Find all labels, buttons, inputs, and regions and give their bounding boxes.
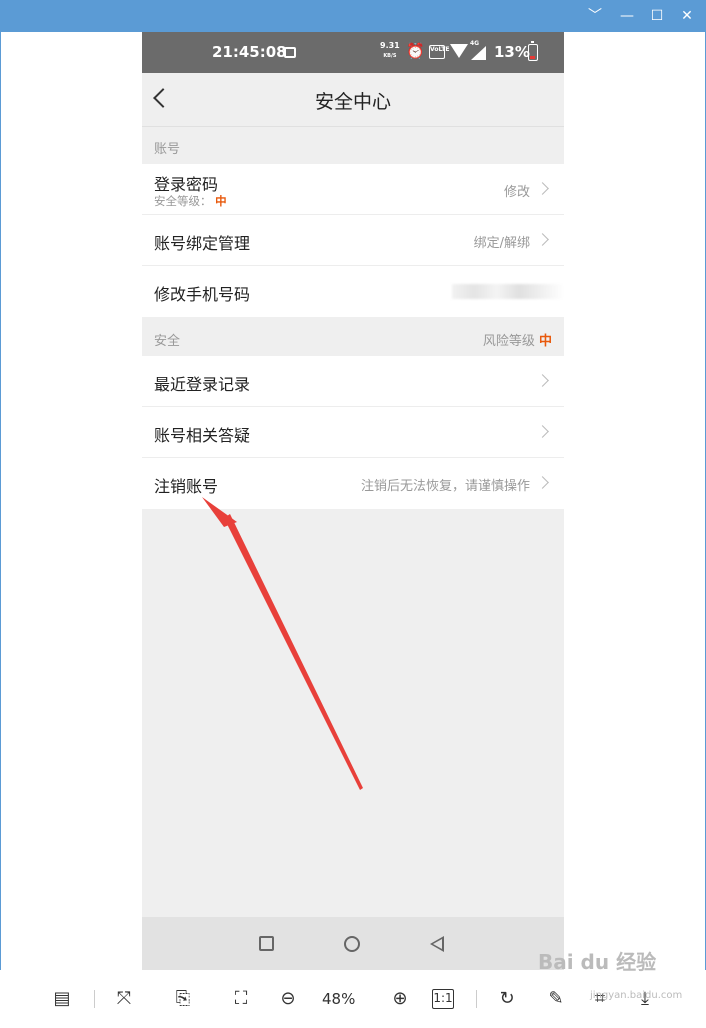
fullscreen-icon[interactable]: ⛶ bbox=[228, 986, 254, 1012]
row-title: 注销账号 bbox=[154, 477, 219, 496]
row-value: 绑定/解绑 bbox=[473, 236, 530, 251]
zoom-in-icon[interactable]: ⊕ bbox=[387, 986, 413, 1012]
rotate-icon[interactable]: ↻ bbox=[494, 986, 520, 1012]
minimize-icon[interactable]: — bbox=[617, 6, 637, 26]
viewer-titlebar: ﹀ — ☐ ✕ bbox=[0, 0, 706, 32]
page-title: 安全中心 bbox=[314, 91, 391, 113]
section-label: 安全 bbox=[154, 334, 181, 349]
security-level-value: 中 bbox=[215, 194, 227, 208]
phone-screenshot: 21:45:08 9.31 KB/S ⏰ VoLTE 4G 13% 安全中心 账… bbox=[142, 32, 564, 970]
maximize-icon[interactable]: ☐ bbox=[647, 6, 667, 26]
risk-level-value: 中 bbox=[538, 334, 552, 349]
blurred-phone-number bbox=[452, 284, 564, 299]
row-change-phone[interactable]: 修改手机号码 bbox=[142, 266, 564, 317]
edit-icon[interactable]: ✎ bbox=[543, 986, 569, 1012]
row-account-binding[interactable]: 账号绑定管理 绑定/解绑 bbox=[142, 215, 564, 266]
recent-apps-icon[interactable] bbox=[259, 936, 274, 951]
section-header-account: 账号 bbox=[142, 128, 564, 164]
wifi-icon bbox=[450, 44, 468, 58]
status-time: 21:45:08 bbox=[212, 43, 287, 61]
actual-size-button[interactable]: 1:1 bbox=[432, 989, 454, 1009]
chevron-right-icon bbox=[536, 374, 549, 387]
signal-icon bbox=[471, 46, 486, 60]
section-label: 账号 bbox=[154, 142, 181, 157]
battery-icon bbox=[528, 41, 538, 61]
row-title: 最近登录记录 bbox=[154, 375, 251, 394]
row-value: 注销后无法恢复，请谨慎操作 bbox=[360, 479, 530, 494]
security-group: 最近登录记录 账号相关答疑 注销账号 注销后无法恢复，请谨慎操作 bbox=[142, 356, 564, 509]
account-group: 登录密码 安全等级： 中 修改 账号绑定管理 绑定/解绑 修改手机号码 bbox=[142, 164, 564, 317]
ocr-icon[interactable]: ⎘ bbox=[170, 986, 196, 1012]
chevron-right-icon bbox=[536, 476, 549, 489]
close-icon[interactable]: ✕ bbox=[677, 6, 697, 26]
status-bar: 21:45:08 9.31 KB/S ⏰ VoLTE 4G 13% bbox=[142, 32, 564, 73]
fit-window-icon[interactable]: ⤧ bbox=[111, 986, 137, 1012]
layout-icon[interactable]: ▤ bbox=[49, 986, 75, 1012]
row-account-faq[interactable]: 账号相关答疑 bbox=[142, 407, 564, 458]
risk-level-label: 风险等级 bbox=[482, 334, 535, 349]
security-level: 安全等级： 中 bbox=[154, 193, 227, 209]
row-recent-login[interactable]: 最近登录记录 bbox=[142, 356, 564, 407]
security-level-label: 安全等级： bbox=[154, 194, 212, 208]
nav-bar: 安全中心 bbox=[142, 73, 564, 127]
watermark-url: jingyan.baidu.com bbox=[590, 990, 683, 1001]
image-notification-icon bbox=[284, 47, 296, 58]
row-title: 修改手机号码 bbox=[154, 285, 251, 304]
row-title: 账号绑定管理 bbox=[154, 234, 251, 253]
baidu-watermark: Bai du 经验 bbox=[538, 950, 657, 974]
collapse-icon[interactable]: ﹀ bbox=[585, 6, 605, 26]
volte-icon: VoLTE bbox=[429, 45, 449, 59]
alarm-icon: ⏰ bbox=[406, 42, 425, 60]
zoom-level: 48% bbox=[322, 990, 356, 1008]
speed-unit: KB/S bbox=[383, 53, 397, 59]
row-title: 账号相关答疑 bbox=[154, 426, 251, 445]
chevron-right-icon bbox=[536, 233, 549, 246]
row-cancel-account[interactable]: 注销账号 注销后无法恢复，请谨慎操作 bbox=[142, 458, 564, 509]
system-nav-bar bbox=[142, 917, 564, 970]
row-value: 修改 bbox=[503, 185, 530, 200]
chevron-right-icon bbox=[536, 425, 549, 438]
speed-value: 9.31 bbox=[380, 41, 400, 50]
window-border-left bbox=[0, 32, 1, 1028]
chevron-right-icon bbox=[536, 182, 549, 195]
row-title: 登录密码 bbox=[154, 175, 219, 194]
risk-level: 风险等级 中 bbox=[483, 330, 552, 349]
home-icon[interactable] bbox=[344, 936, 360, 952]
row-login-password[interactable]: 登录密码 安全等级： 中 修改 bbox=[142, 164, 564, 215]
zoom-out-icon[interactable]: ⊖ bbox=[275, 986, 301, 1012]
battery-percent: 13% bbox=[494, 43, 530, 61]
network-speed: 9.31 KB/S bbox=[380, 41, 400, 61]
section-header-security: 安全 风险等级 中 bbox=[142, 320, 564, 356]
